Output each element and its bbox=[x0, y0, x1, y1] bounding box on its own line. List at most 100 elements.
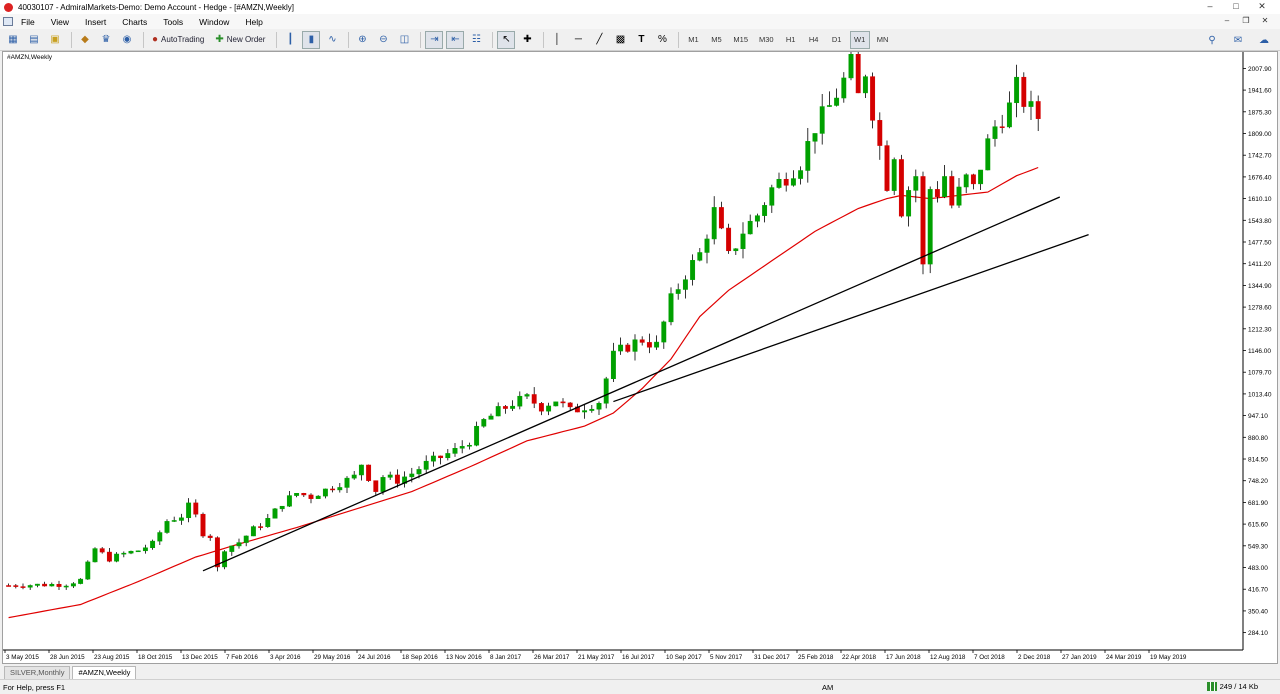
chart-restore-icon[interactable]: ❐ bbox=[1239, 15, 1253, 27]
menu-tools[interactable]: Tools bbox=[155, 17, 191, 27]
fibonacci-button[interactable]: % bbox=[653, 31, 671, 49]
connection-traffic: 249 / 14 Kb bbox=[1219, 682, 1258, 691]
tile-icon: ◫ bbox=[399, 34, 410, 45]
profiles-icon: ▤ bbox=[29, 34, 39, 45]
price-tick-label: 681.90 bbox=[1248, 500, 1268, 507]
candle bbox=[135, 550, 141, 553]
channel-button[interactable]: ▩ bbox=[611, 31, 629, 49]
line-chart-button[interactable]: ∿ bbox=[323, 31, 341, 49]
timeframe-d1[interactable]: D1 bbox=[827, 31, 847, 49]
maximize-icon[interactable]: □ bbox=[1226, 1, 1246, 11]
timeframe-h4[interactable]: H4 bbox=[804, 31, 824, 49]
price-tick-label: 1809.00 bbox=[1248, 131, 1272, 138]
cursor-button[interactable]: ↖ bbox=[497, 30, 516, 49]
timeframe-m1[interactable]: M1 bbox=[683, 31, 703, 49]
price-tick-label: 880.80 bbox=[1248, 435, 1268, 442]
time-scale: 3 May 2015 28 Jun 2015 23 Aug 2015 18 Oct 2… bbox=[4, 650, 1187, 661]
candle bbox=[762, 202, 768, 223]
close-icon[interactable]: ✕ bbox=[1252, 1, 1272, 11]
terminal-button[interactable]: ♛ bbox=[97, 31, 115, 49]
candle bbox=[769, 184, 775, 213]
candle bbox=[603, 376, 609, 409]
autotrading-button[interactable]: ● AutoTrading bbox=[148, 31, 208, 49]
menu-charts[interactable]: Charts bbox=[114, 17, 155, 27]
zoom-out-button[interactable]: ⊖ bbox=[374, 31, 392, 49]
tester-icon: ◉ bbox=[122, 34, 132, 45]
candle bbox=[834, 88, 840, 107]
chart-window-icon[interactable] bbox=[3, 17, 13, 26]
chart-minimize-icon[interactable]: – bbox=[1220, 15, 1234, 27]
horizontal-line-button[interactable]: ─ bbox=[569, 31, 587, 49]
candle bbox=[682, 275, 688, 299]
tab-silver-monthly[interactable]: SILVER,Monthly bbox=[4, 666, 71, 679]
community-button[interactable]: ☁ bbox=[1255, 31, 1273, 49]
candle bbox=[20, 583, 26, 590]
candle bbox=[812, 133, 818, 154]
candle bbox=[726, 223, 732, 254]
candle bbox=[1014, 64, 1020, 118]
new-chart-button[interactable]: ▦ bbox=[4, 31, 22, 49]
price-tick-label: 1676.40 bbox=[1248, 174, 1272, 181]
chat-button[interactable]: ✉ bbox=[1229, 31, 1247, 49]
price-tick-label: 1941.60 bbox=[1248, 88, 1272, 95]
market-watch-button[interactable]: ▣ bbox=[46, 31, 64, 49]
timeframe-m30[interactable]: M30 bbox=[755, 31, 778, 49]
chart-shift-button[interactable]: ⇤ bbox=[446, 30, 465, 49]
timeframe-m15[interactable]: M15 bbox=[729, 31, 752, 49]
candle bbox=[402, 471, 408, 488]
navigator-icon: ◆ bbox=[81, 34, 89, 45]
timeframe-mn[interactable]: MN bbox=[873, 31, 893, 49]
text-button[interactable]: T bbox=[632, 31, 650, 49]
folder-icon: ▣ bbox=[50, 34, 60, 45]
community-icon: ☁ bbox=[1259, 34, 1269, 46]
candle bbox=[466, 442, 472, 450]
time-tick-label: 13 Dec 2015 bbox=[182, 654, 218, 661]
trendline[interactable] bbox=[613, 234, 1089, 403]
chart-window[interactable]: #AMZN,Weekly 2007.90 1941.60 1875.30 1809.0… bbox=[2, 51, 1278, 664]
trendline-button[interactable]: ╱ bbox=[590, 31, 608, 49]
candlestick-button[interactable]: ▮ bbox=[302, 30, 321, 49]
time-tick-label: 27 Jan 2019 bbox=[1062, 654, 1097, 661]
minimize-icon[interactable]: – bbox=[1200, 1, 1220, 11]
price-tick-label: 549.30 bbox=[1248, 543, 1268, 550]
candle bbox=[1021, 72, 1027, 113]
search-button[interactable]: ⚲ bbox=[1203, 31, 1221, 49]
tab-amzn-weekly[interactable]: #AMZN,Weekly bbox=[72, 666, 137, 679]
candle bbox=[805, 127, 811, 183]
price-tick-label: 350.40 bbox=[1248, 608, 1268, 615]
candle bbox=[610, 342, 616, 383]
candle bbox=[6, 583, 12, 587]
menu-window[interactable]: Window bbox=[191, 17, 237, 27]
fibonacci-icon: % bbox=[657, 34, 667, 45]
timeframe-w1[interactable]: W1 bbox=[849, 30, 870, 49]
price-tick-label: 748.20 bbox=[1248, 478, 1268, 485]
horizontal-line-icon: ─ bbox=[574, 34, 582, 45]
indicators-button[interactable]: ☷ bbox=[467, 31, 485, 49]
zoom-in-button[interactable]: ⊕ bbox=[353, 31, 371, 49]
price-tick-label: 615.60 bbox=[1248, 522, 1268, 529]
toolbar-separator bbox=[678, 31, 680, 48]
chart-close-icon[interactable]: ✕ bbox=[1258, 15, 1272, 27]
vertical-line-button[interactable]: │ bbox=[548, 31, 566, 49]
menu-view[interactable]: View bbox=[43, 17, 77, 27]
timeframe-h1[interactable]: H1 bbox=[781, 31, 801, 49]
menu-file[interactable]: File bbox=[13, 17, 43, 27]
strategy-tester-button[interactable]: ◉ bbox=[118, 31, 136, 49]
timeframe-m5[interactable]: M5 bbox=[706, 31, 726, 49]
tile-windows-button[interactable]: ◫ bbox=[395, 31, 413, 49]
trendline[interactable] bbox=[202, 196, 1061, 572]
new-order-button[interactable]: ✚ New Order bbox=[211, 31, 269, 49]
search-icon: ⚲ bbox=[1208, 34, 1216, 46]
profiles-button[interactable]: ▤ bbox=[25, 31, 43, 49]
amzn-weekly-chart[interactable]: 2007.90 1941.60 1875.30 1809.00 1742.70 1676.… bbox=[3, 52, 1277, 663]
bar-chart-button[interactable]: ┃ bbox=[281, 31, 299, 49]
navigator-button[interactable]: ◆ bbox=[76, 31, 94, 49]
trendline-icon: ╱ bbox=[596, 34, 603, 45]
crosshair-button[interactable]: ✚ bbox=[518, 31, 536, 49]
time-tick-label: 22 Apr 2018 bbox=[842, 654, 876, 661]
status-connection[interactable]: 249 / 14 Kb bbox=[1206, 682, 1258, 691]
auto-scroll-button[interactable]: ⇥ bbox=[425, 30, 444, 49]
menu-help[interactable]: Help bbox=[237, 17, 270, 27]
menu-insert[interactable]: Insert bbox=[77, 17, 114, 27]
candle bbox=[229, 545, 235, 556]
